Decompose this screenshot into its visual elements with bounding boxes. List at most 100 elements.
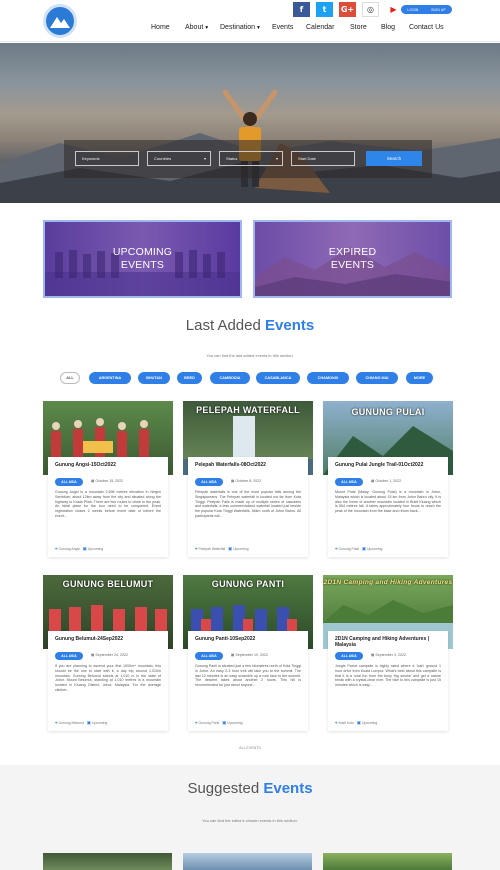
- event-location: Gunung Panti: [198, 721, 220, 725]
- filter-bred[interactable]: BRED: [177, 372, 202, 384]
- last-added-title: Last Added Events: [0, 317, 500, 334]
- nav-destination-label: Destination: [220, 24, 256, 31]
- event-title[interactable]: Gunung Belumut-24Sep2022: [55, 636, 161, 642]
- filter-all[interactable]: ALL: [60, 372, 80, 384]
- event-card[interactable]: GUNUNG PANTI Gunung Panti-10Sep2022 ALL …: [183, 575, 313, 731]
- filter-chiang-mai[interactable]: CHIANG MAI: [356, 372, 398, 384]
- upcoming-label-line1: UPCOMING: [112, 246, 173, 258]
- event-date: ▦ October 8, 2022: [231, 479, 261, 483]
- facebook-icon[interactable]: f: [293, 2, 310, 17]
- filter-chamonix[interactable]: CHAMONIX: [307, 372, 349, 384]
- event-card-body: Gunung Belumut-24Sep2022 ALL ASIA ▦ Sept…: [48, 631, 168, 731]
- all-events-link[interactable]: ALL EVENTS: [0, 746, 500, 750]
- nav-home[interactable]: Home: [151, 24, 170, 31]
- event-location: Pelepah Waterfall: [198, 547, 226, 551]
- filter-more[interactable]: MORE: [406, 372, 433, 384]
- location-pin-icon: ⌖: [335, 720, 338, 725]
- keywords-placeholder: Keywords: [82, 156, 100, 161]
- chevron-down-icon: ▾: [275, 156, 278, 161]
- expired-label-line2: EVENTS: [330, 259, 375, 271]
- suggested-subtitle: You can find the editor's chosen events …: [202, 818, 298, 823]
- event-title[interactable]: 2D1N Camping and Hiking Adventures | Mal…: [335, 636, 441, 648]
- site-header: f t G+ ◎ ▶ LOGIN SIGN UP Home About▼ Des…: [0, 0, 500, 42]
- nav-events[interactable]: Events: [272, 24, 293, 31]
- event-date: ▦ September 24, 2022: [91, 653, 128, 657]
- location-pin-icon: ⌖: [55, 720, 58, 725]
- event-title[interactable]: Gunung Pulai Jungle Trail-01Oct2022: [335, 462, 441, 468]
- event-date-text: September 3, 2022: [375, 653, 406, 657]
- status-icon: ▣: [222, 720, 227, 725]
- event-status: Upcoming: [92, 721, 108, 725]
- countries-select[interactable]: Countries ▾: [147, 151, 211, 166]
- nav-about[interactable]: About▼: [185, 24, 209, 31]
- event-date-text: October 8, 2022: [235, 479, 262, 483]
- keywords-input[interactable]: Keywords: [75, 151, 139, 166]
- event-card[interactable]: PELEPAH WATERFALL Pelepah Waterfalls-08O…: [183, 401, 313, 557]
- start-date-input[interactable]: Start Date: [291, 151, 355, 166]
- login-button[interactable]: LOGIN: [407, 8, 418, 12]
- event-status: Upcoming: [233, 547, 249, 551]
- event-footer: ⌖ Gunung Pulai ▣ Upcoming: [335, 546, 382, 552]
- chevron-down-icon: ▼: [204, 25, 210, 31]
- event-status: Upcoming: [227, 721, 243, 725]
- event-card[interactable]: GUNUNG PULAI Gunung Pulai Jungle Trail-0…: [323, 401, 453, 557]
- suggested-title-plain: Suggested: [187, 780, 260, 797]
- expired-events-banner[interactable]: EXPIRED EVENTS: [253, 220, 452, 298]
- nav-calendar[interactable]: Calendar: [306, 24, 334, 31]
- event-card[interactable]: Gunung Angsi-15Oct2022 ALL ASIA ▦ Octobe…: [43, 401, 173, 557]
- event-card[interactable]: GUNUNG BELUMUT Gunung Belumut-24Sep2022 …: [43, 575, 173, 731]
- event-title[interactable]: Gunung Angsi-15Oct2022: [55, 462, 161, 468]
- status-icon: ▣: [86, 720, 92, 725]
- google-plus-icon[interactable]: G+: [339, 2, 356, 17]
- expired-events-label: EXPIRED EVENTS: [329, 246, 377, 272]
- suggested-card-image[interactable]: [43, 853, 172, 870]
- upcoming-events-banner[interactable]: UPCOMING EVENTS: [43, 220, 242, 298]
- event-title[interactable]: Pelepah Waterfalls-08Oct2022: [195, 462, 301, 468]
- region-tag[interactable]: ALL ASIA: [195, 478, 223, 486]
- region-tag[interactable]: ALL ASIA: [335, 652, 363, 660]
- event-status: Upcoming: [367, 547, 383, 551]
- event-card-body: Gunung Panti-10Sep2022 ALL ASIA ▦ Septem…: [188, 631, 308, 731]
- event-title[interactable]: Gunung Panti-10Sep2022: [195, 636, 301, 642]
- event-date: ▦ October 1, 2022: [371, 479, 401, 483]
- event-date: ▦ September 10, 2022: [231, 653, 268, 657]
- region-tag[interactable]: ALL ASIA: [55, 652, 83, 660]
- status-select[interactable]: Status ▾: [219, 151, 283, 166]
- event-date-text: October 15, 2022: [95, 479, 124, 483]
- event-description: Mount Pulai (Malay: Gunung Pulai) is a m…: [335, 490, 441, 514]
- suggested-title-accent: Events: [263, 780, 313, 797]
- filter-argentina[interactable]: ARGENTINA: [89, 372, 131, 384]
- filter-bhutan[interactable]: BHUTAN: [138, 372, 170, 384]
- twitter-icon[interactable]: t: [316, 2, 333, 17]
- youtube-icon[interactable]: ▶: [385, 2, 402, 17]
- last-added-title-accent: Events: [265, 317, 315, 334]
- expired-label-line1: EXPIRED: [328, 246, 377, 258]
- auth-buttons: LOGIN SIGN UP: [401, 5, 452, 14]
- status-icon: ▣: [356, 720, 362, 725]
- region-tag[interactable]: ALL ASIA: [55, 478, 83, 486]
- nav-contact[interactable]: Contact Us: [409, 24, 444, 31]
- suggested-card-image[interactable]: [323, 853, 452, 870]
- nav-store[interactable]: Store: [350, 24, 367, 31]
- filter-cambodia[interactable]: CAMBODIA: [210, 372, 250, 384]
- event-image-caption: GUNUNG BELUMUT: [62, 579, 154, 589]
- nav-destination[interactable]: Destination▼: [220, 24, 261, 31]
- event-image-caption: 2D1N Camping and Hiking Adventures: [323, 579, 453, 586]
- suggested-title: Suggested Events: [0, 780, 500, 797]
- event-footer: ⌖ Bukit Kutu ▣ Upcoming: [335, 720, 377, 726]
- nav-blog[interactable]: Blog: [381, 24, 395, 31]
- region-tag[interactable]: ALL ASIA: [195, 652, 223, 660]
- event-date-text: September 10, 2022: [235, 653, 268, 657]
- event-card[interactable]: 2D1N Camping and Hiking Adventures 2D1N …: [323, 575, 453, 731]
- region-tag[interactable]: ALL ASIA: [335, 478, 363, 486]
- signup-button[interactable]: SIGN UP: [431, 8, 445, 12]
- status-icon: ▣: [227, 546, 233, 551]
- instagram-icon[interactable]: ◎: [362, 2, 379, 17]
- event-meta: ALL ASIA ▦ October 1, 2022: [335, 478, 445, 486]
- event-date: ▦ October 15, 2022: [91, 479, 123, 483]
- filter-casablanca[interactable]: CASABLANCA: [256, 372, 300, 384]
- search-panel: Keywords Countries ▾ Status ▾ Start Date S…: [64, 140, 432, 178]
- search-button[interactable]: Search: [366, 151, 422, 166]
- last-added-title-plain: Last Added: [185, 317, 261, 334]
- suggested-card-image[interactable]: [183, 853, 312, 870]
